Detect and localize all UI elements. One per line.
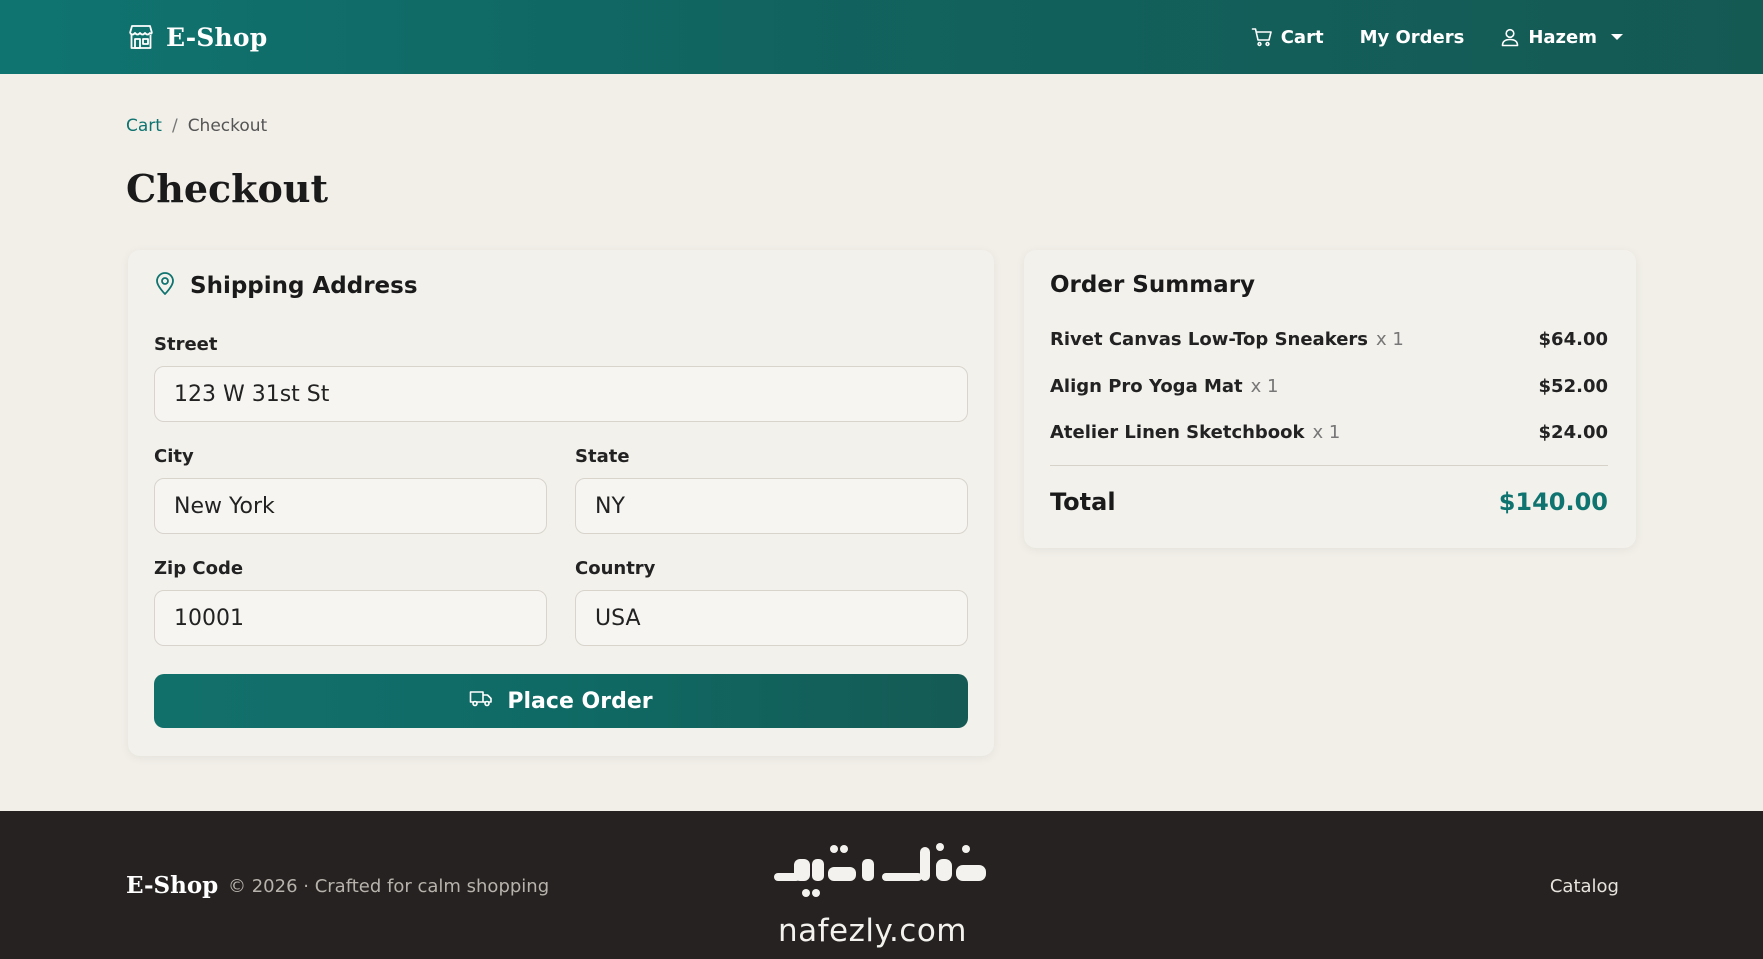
street-label: Street [154,334,218,355]
summary-line-item: Rivet Canvas Low-Top Sneakers x 1 $64.00 [1050,325,1608,353]
cart-icon [1251,26,1273,48]
footer-catalog-link[interactable]: Catalog [1550,876,1619,897]
footer-brand: E-Shop [126,872,219,899]
item-info: Rivet Canvas Low-Top Sneakers x 1 [1050,329,1404,350]
nafezly-watermark-logo: nafezly.com [770,837,1000,955]
place-order-label: Place Order [507,688,653,714]
item-info: Atelier Linen Sketchbook x 1 [1050,422,1340,443]
item-price: $52.00 [1538,375,1608,397]
page-title: Checkout [126,166,329,211]
nav-cart-link[interactable]: Cart [1251,26,1324,48]
footer: E-Shop © 2026 · Crafted for calm shoppin… [0,811,1763,959]
chevron-down-icon [1611,34,1623,40]
summary-divider [1050,465,1608,466]
nav-links: Cart My Orders Hazem [1251,20,1623,54]
state-label: State [575,446,630,467]
country-input[interactable] [575,590,968,646]
breadcrumb-separator: / [171,116,178,136]
map-pin-icon [154,272,176,300]
zip-label: Zip Code [154,558,244,579]
state-input[interactable] [575,478,968,534]
order-summary-title: Order Summary [1050,272,1256,298]
country-label: Country [575,558,656,579]
order-summary-card: Order Summary Rivet Canvas Low-Top Sneak… [1024,250,1636,548]
user-name: Hazem [1528,26,1597,48]
total-value: $140.00 [1498,488,1608,516]
truck-icon [469,688,493,714]
footer-copyright: © 2026 · Crafted for calm shopping [228,876,550,897]
brand-name: E-Shop [166,22,268,52]
breadcrumb: Cart / Checkout [126,116,267,136]
item-price: $24.00 [1538,421,1608,443]
svg-text:nafezly.com: nafezly.com [778,913,967,949]
total-row: Total $140.00 [1050,484,1608,520]
store-icon [126,22,156,52]
breadcrumb-cart-link[interactable]: Cart [126,116,162,136]
city-input[interactable] [154,478,547,534]
summary-line-item: Atelier Linen Sketchbook x 1 $24.00 [1050,418,1608,446]
shipping-title: Shipping Address [190,273,418,299]
user-icon [1500,27,1520,47]
place-order-button[interactable]: Place Order [154,674,968,728]
nav-orders-link[interactable]: My Orders [1360,27,1465,48]
total-label: Total [1050,488,1116,516]
item-name: Rivet Canvas Low-Top Sneakers [1050,328,1368,350]
brand-link[interactable]: E-Shop [126,18,267,56]
shipping-address-card: Shipping Address Street City State Zip C… [128,250,994,756]
navbar: E-Shop Cart My Orders Hazem [0,0,1763,74]
item-name: Atelier Linen Sketchbook [1050,421,1305,443]
item-qty: x 1 [1312,421,1341,443]
zip-input[interactable] [154,590,547,646]
breadcrumb-current: Checkout [187,116,268,136]
item-name: Align Pro Yoga Mat [1050,375,1243,397]
item-info: Align Pro Yoga Mat x 1 [1050,376,1278,397]
user-menu-toggle[interactable]: Hazem [1500,27,1623,48]
shipping-header: Shipping Address [154,272,418,300]
item-qty: x 1 [1376,328,1404,350]
nav-orders-label: My Orders [1359,26,1465,48]
city-label: City [154,446,194,467]
item-price: $64.00 [1538,328,1608,350]
item-qty: x 1 [1250,375,1279,397]
nav-cart-label: Cart [1280,26,1324,48]
summary-line-item: Align Pro Yoga Mat x 1 $52.00 [1050,372,1608,400]
street-input[interactable] [154,366,968,422]
